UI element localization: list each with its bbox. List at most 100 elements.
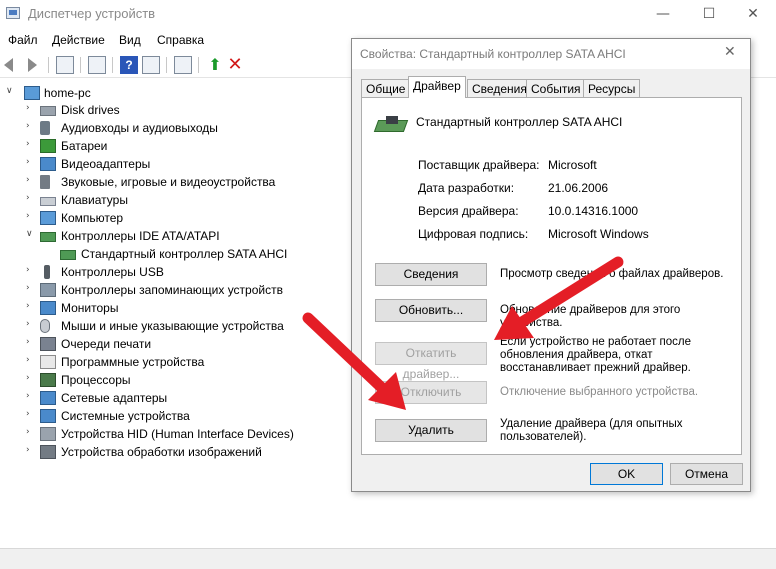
- back-button[interactable]: [4, 56, 22, 74]
- scan-hardware-button[interactable]: [174, 56, 192, 74]
- tree-item-label: Батареи: [61, 139, 108, 153]
- expand-icon[interactable]: ›: [26, 391, 36, 401]
- disable-device-button[interactable]: Отключить: [375, 381, 487, 404]
- ide-controller-icon: [40, 232, 56, 242]
- tab-general[interactable]: Общие: [361, 79, 411, 97]
- tree-item-label: Мыши и иные указывающие устройства: [61, 319, 284, 333]
- help-button[interactable]: ?: [120, 56, 138, 74]
- update-driver-dialog-button[interactable]: Обновить...: [375, 299, 487, 322]
- expand-icon[interactable]: ›: [26, 409, 36, 419]
- driver-date-label: Дата разработки:: [418, 181, 515, 195]
- tree-root-label: home-pc: [44, 86, 91, 100]
- driver-version-value: 10.0.14316.1000: [548, 204, 639, 218]
- network-adapter-icon: [40, 391, 56, 405]
- video-adapter-icon: [40, 157, 56, 171]
- expand-icon[interactable]: ›: [26, 355, 36, 365]
- disk-drive-icon: [40, 106, 56, 116]
- update-driver-button[interactable]: ⬆: [206, 56, 224, 74]
- expand-icon[interactable]: ›: [26, 445, 36, 455]
- expand-icon[interactable]: ›: [26, 265, 36, 275]
- expand-icon[interactable]: ›: [26, 337, 36, 347]
- minimize-button[interactable]: —: [640, 0, 686, 28]
- tab-events[interactable]: События: [526, 79, 586, 97]
- forward-button[interactable]: [24, 56, 42, 74]
- expand-icon[interactable]: ›: [26, 283, 36, 293]
- sound-device-icon: [40, 175, 50, 189]
- digital-signature-value: Microsoft Windows: [548, 227, 649, 241]
- tree-item-label: Устройства обработки изображений: [61, 445, 262, 459]
- audio-io-icon: [40, 121, 50, 135]
- expand-icon[interactable]: ›: [26, 175, 36, 185]
- processor-icon: [40, 373, 56, 387]
- expand-icon[interactable]: ›: [26, 139, 36, 149]
- uninstall-device-button[interactable]: ✕: [226, 56, 244, 74]
- device-manager-icon: [6, 7, 20, 19]
- menu-file[interactable]: Файл: [8, 33, 38, 47]
- driver-details-desc: Просмотр сведений о файлах драйверов.: [500, 268, 724, 280]
- imaging-device-icon: [40, 445, 56, 459]
- dialog-close-button[interactable]: ✕: [724, 44, 736, 60]
- digital-signature-label: Цифровая подпись:: [418, 227, 529, 241]
- update-driver-desc: Обновление драйверов для этого устройств…: [500, 304, 681, 329]
- chip-shape: [386, 116, 398, 124]
- tab-details[interactable]: Сведения: [467, 79, 532, 97]
- device-tree: ∨ home-pc › Disk drives › Аудиовходы и а…: [0, 82, 350, 542]
- driver-version-label: Версия драйвера:: [418, 204, 519, 218]
- tree-item-label: Disk drives: [61, 103, 120, 117]
- expand-icon[interactable]: ›: [26, 211, 36, 221]
- menu-view[interactable]: Вид: [119, 33, 141, 47]
- toolbar-separator: [80, 57, 81, 73]
- dialog-titlebar: Свойства: Стандартный контроллер SATA AH…: [352, 39, 750, 69]
- hid-icon: [40, 427, 56, 441]
- computer-icon: [24, 86, 40, 100]
- tree-item-label: Контроллеры USB: [61, 265, 164, 279]
- expand-icon[interactable]: ›: [26, 193, 36, 203]
- menu-action[interactable]: Действие: [52, 33, 105, 47]
- computer-icon: [40, 211, 56, 225]
- disable-device-desc: Отключение выбранного устройства.: [500, 386, 699, 398]
- tree-item-label: Процессоры: [61, 373, 131, 387]
- properties-button[interactable]: [88, 56, 106, 74]
- battery-icon: [40, 139, 56, 153]
- expand-icon[interactable]: ›: [26, 157, 36, 167]
- ok-button[interactable]: OK: [590, 463, 663, 485]
- tree-item-label: Видеоадаптеры: [61, 157, 151, 171]
- rollback-driver-button[interactable]: Откатить драйвер...: [375, 342, 487, 381]
- controller-icon: [373, 114, 409, 136]
- window-titlebar: Диспетчер устройств — ☐ ✕: [0, 0, 776, 28]
- collapse-icon[interactable]: ∨: [6, 86, 16, 96]
- expand-icon[interactable]: ›: [26, 301, 36, 311]
- menu-help[interactable]: Справка: [157, 33, 204, 47]
- driver-date-value: 21.06.2006: [548, 181, 609, 195]
- driver-tab-panel: Стандартный контроллер SATA AHCI Поставщ…: [361, 97, 742, 455]
- close-window-button[interactable]: ✕: [730, 0, 776, 28]
- tree-item-label: Контроллеры IDE ATA/ATAPI: [61, 229, 220, 243]
- expand-icon[interactable]: ›: [26, 427, 36, 437]
- tree-item-label: Клавиатуры: [61, 193, 128, 207]
- tab-driver[interactable]: Драйвер: [408, 76, 466, 98]
- cancel-button[interactable]: Отмена: [670, 463, 743, 485]
- driver-details-button[interactable]: Сведения: [375, 263, 487, 286]
- expand-icon[interactable]: ›: [26, 103, 36, 113]
- keyboard-icon: [40, 197, 56, 206]
- uninstall-driver-button[interactable]: Удалить: [375, 419, 487, 442]
- collapse-icon[interactable]: ∨: [26, 229, 36, 239]
- system-device-icon: [40, 409, 56, 423]
- arrow-right-icon: [28, 58, 37, 72]
- ide-controller-icon: [60, 250, 76, 260]
- action-pane-button[interactable]: [142, 56, 160, 74]
- tab-resources[interactable]: Ресурсы: [583, 79, 641, 97]
- tree-item-label: Сетевые адаптеры: [61, 391, 168, 405]
- properties-dialog: Свойства: Стандартный контроллер SATA AH…: [351, 38, 751, 492]
- window-title: Диспетчер устройств: [28, 6, 156, 21]
- maximize-button[interactable]: ☐: [686, 0, 732, 28]
- tree-item-label: Стандартный контроллер SATA AHCI: [81, 247, 288, 261]
- expand-icon[interactable]: ›: [26, 319, 36, 329]
- driver-provider-label: Поставщик драйвера:: [418, 158, 540, 172]
- expand-icon[interactable]: ›: [26, 373, 36, 383]
- software-device-icon: [40, 355, 56, 369]
- expand-icon[interactable]: ›: [26, 121, 36, 131]
- show-hide-console-tree-button[interactable]: [56, 56, 74, 74]
- toolbar-separator: [166, 57, 167, 73]
- toolbar-separator: [198, 57, 199, 73]
